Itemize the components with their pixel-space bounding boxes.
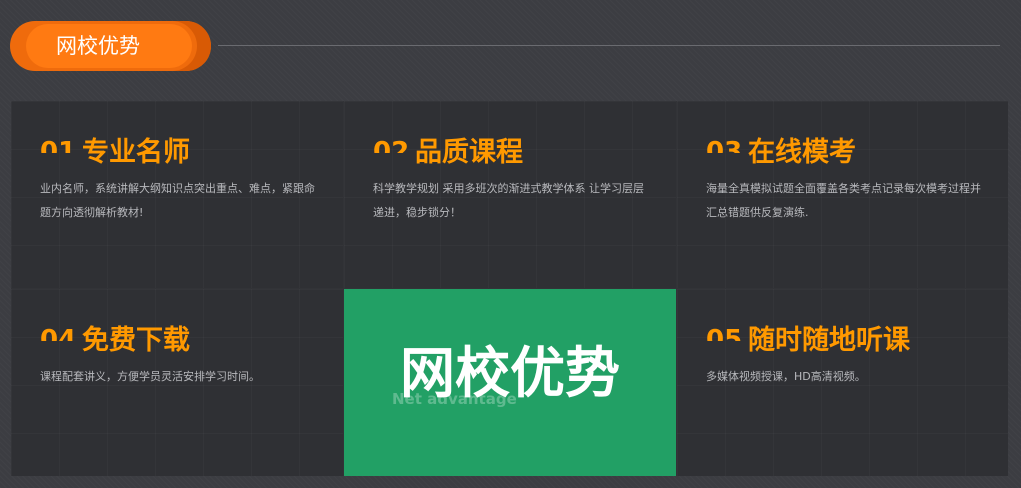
feature-title: 专业名师 (82, 137, 190, 168)
center-title: 网校优势 (399, 341, 620, 405)
feature-number: 05 (706, 327, 746, 341)
feature-card-anytime: 05 随时随地听课 多媒体视频授课，HD高清视频。 (677, 289, 1008, 476)
feature-number: 04 (40, 327, 80, 341)
feature-description: 业内名师，系统讲解大纲知识点突出重点、难点，紧跟命题方向透彻解析教材! (40, 182, 315, 219)
feature-title: 在线模考 (748, 137, 856, 168)
feature-number: 01 (40, 139, 80, 153)
feature-heading: 02 品质课程 (373, 133, 663, 173)
section-header: 网校优势 (0, 0, 1021, 90)
feature-description: 课程配套讲义，方便学员灵活安排学习时间。 (40, 370, 260, 383)
section-title: 网校优势 (56, 34, 140, 58)
feature-title: 随时随地听课 (748, 325, 910, 356)
feature-description: 科学教学规划 采用多班次的渐进式教学体系 让学习层层递进，稳步锁分！ (373, 182, 644, 219)
feature-title: 免费下载 (82, 325, 190, 356)
section-title-badge: 网校优势 (10, 21, 211, 71)
feature-heading: 04 免费下载 (40, 321, 330, 361)
feature-description: 多媒体视频授课，HD高清视频。 (706, 370, 866, 383)
feature-card-courses: 02 品质课程 科学教学规划 采用多班次的渐进式教学体系 让学习层层递进，稳步锁… (344, 101, 676, 288)
feature-number: 03 (706, 139, 746, 153)
feature-title: 品质课程 (415, 137, 523, 168)
feature-card-mock-exam: 03 在线模考 海量全真模拟试题全面覆盖各类考点记录每次模考过程并汇总错题供反复… (677, 101, 1008, 288)
header-divider (218, 45, 1000, 46)
feature-number: 02 (373, 139, 413, 153)
center-banner: Net advantage 网校优势 (344, 289, 676, 476)
feature-card-teachers: 01 专业名师 业内名师，系统讲解大纲知识点突出重点、难点，紧跟命题方向透彻解析… (11, 101, 343, 288)
feature-heading: 03 在线模考 (706, 133, 996, 173)
feature-heading: 01 专业名师 (40, 133, 330, 173)
feature-grid: 01 专业名师 业内名师，系统讲解大纲知识点突出重点、难点，紧跟命题方向透彻解析… (11, 101, 1008, 476)
feature-heading: 05 随时随地听课 (706, 321, 996, 361)
feature-description: 海量全真模拟试题全面覆盖各类考点记录每次模考过程并汇总错题供反复演练. (706, 182, 981, 219)
feature-card-download: 04 免费下载 课程配套讲义，方便学员灵活安排学习时间。 (11, 289, 343, 476)
